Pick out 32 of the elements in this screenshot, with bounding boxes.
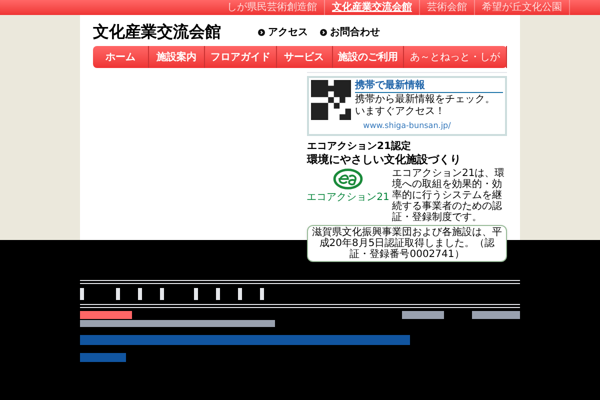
eco-notice: 滋賀県文化振興事業団および各施設は、平成20年8月5日認証取得しました。（認証・登録番号0002741）	[307, 225, 507, 262]
nav-item[interactable]: あ～とねっと・しが	[404, 46, 507, 68]
header-link[interactable]: お問合わせ	[320, 24, 380, 40]
eco-heading: 環境にやさしい文化施設づくり	[307, 153, 462, 166]
qr-code-icon	[311, 80, 351, 120]
glitch-mark	[160, 288, 164, 300]
glitch-block	[472, 311, 520, 319]
nav-item[interactable]: ホーム	[93, 46, 149, 68]
arrow-circle-icon	[320, 28, 327, 36]
eco-text: エコアクション21は、環境への取組を効果的・効率的に行うシステムを継続する事業者のための認証・登録制度です。	[392, 168, 506, 223]
mobile-text: 携帯から最新情報をチェック。いますぐアクセス！	[355, 94, 496, 118]
site-title: 文化産業交流会館	[93, 21, 222, 43]
glitch-mark	[194, 288, 198, 300]
site-url-link[interactable]: www.shiga-bunsan.jp/	[311, 120, 503, 132]
arrow-circle-icon	[258, 28, 265, 36]
nav-item[interactable]: サービス	[276, 46, 332, 68]
header-link[interactable]: アクセス	[258, 24, 308, 40]
nav-item[interactable]: 施設案内	[149, 46, 205, 68]
glitch-mark	[138, 288, 142, 300]
eco-caption: エコアクション21認定	[307, 141, 412, 153]
mobile-heading: 携帯で最新情報	[355, 80, 503, 93]
nav-item[interactable]: 施設のご利用	[332, 46, 404, 68]
glitch-mark	[238, 288, 242, 300]
glitch-mark	[260, 288, 264, 300]
glitch-mark	[80, 288, 84, 300]
nav-item[interactable]: フロアガイド	[205, 46, 276, 68]
glitch-mark	[116, 288, 120, 300]
eco-logo-label: エコアクション21	[306, 191, 390, 205]
glitch-block	[402, 311, 444, 319]
eco-logo-icon	[333, 168, 363, 190]
glitch-mark	[216, 288, 220, 300]
glitch-bar	[80, 353, 126, 362]
